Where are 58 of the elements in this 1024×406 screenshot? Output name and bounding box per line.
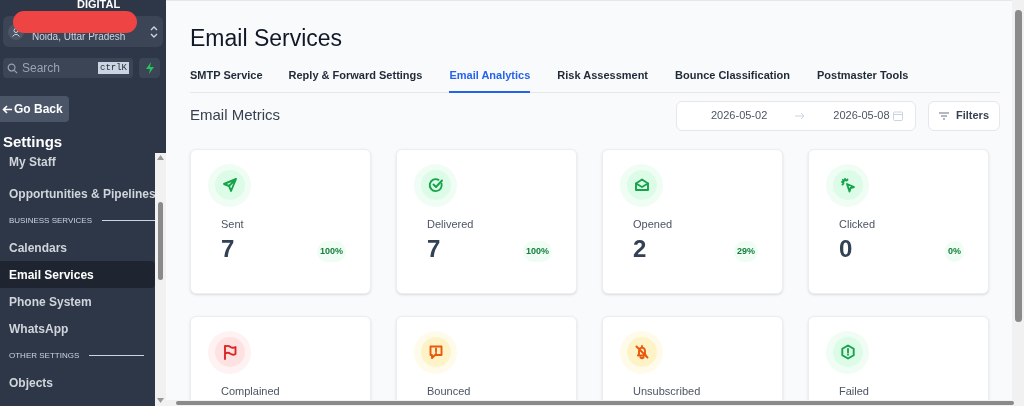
filter-icon bbox=[939, 111, 949, 120]
search-input[interactable]: Search bbox=[22, 59, 92, 77]
percent-badge: 0% bbox=[945, 240, 964, 262]
metric-label: Clicked bbox=[839, 217, 876, 230]
scrollbar-thumb[interactable] bbox=[158, 202, 163, 280]
section-title: Settings bbox=[3, 134, 64, 149]
arrow-left-icon bbox=[2, 104, 12, 114]
sidebar-item[interactable]: Objects bbox=[0, 369, 155, 396]
chevron-up-down-icon bbox=[150, 24, 158, 39]
metric-label: Complained bbox=[221, 384, 280, 397]
scrollbar-thumb[interactable] bbox=[1014, 10, 1022, 322]
scroll-up-icon[interactable] bbox=[157, 155, 164, 160]
metric-value: 7 bbox=[221, 236, 235, 261]
page-title: Email Services bbox=[190, 27, 344, 50]
search-field[interactable]: Search ctrlK bbox=[3, 58, 133, 78]
tab[interactable]: SMTP Service bbox=[190, 67, 263, 93]
metric-label: Sent bbox=[221, 217, 244, 230]
percent-badge: 100% bbox=[522, 240, 552, 262]
horizontal-scrollbar[interactable] bbox=[166, 400, 1024, 406]
sidebar-item[interactable]: Opportunities & Pipelines bbox=[0, 180, 155, 207]
scroll-down-icon[interactable] bbox=[157, 398, 164, 403]
vertical-scrollbar[interactable] bbox=[1012, 0, 1024, 400]
go-back-button[interactable]: Go Back bbox=[0, 96, 69, 122]
sidebar-item[interactable]: Phone System bbox=[0, 288, 155, 315]
tab[interactable]: Risk Assessment bbox=[557, 67, 649, 93]
metric-value: 2 bbox=[633, 236, 647, 261]
sidebar-item[interactable]: My Staff bbox=[0, 153, 155, 180]
sidebar-item[interactable]: WhatsApp bbox=[0, 315, 155, 342]
tab[interactable]: Reply & Forward Settings bbox=[288, 67, 423, 93]
metric-label: Opened bbox=[633, 217, 673, 230]
quick-action-button[interactable] bbox=[139, 58, 160, 78]
metric-value: 7 bbox=[427, 236, 441, 261]
start-date: 2026-05-02 bbox=[711, 108, 768, 124]
metric-label: Delivered bbox=[427, 217, 474, 230]
section-header: BUSINESS SERVICES bbox=[9, 214, 92, 227]
calendar-icon bbox=[893, 110, 903, 121]
filters-button[interactable]: Filters bbox=[928, 100, 1000, 131]
date-range-field[interactable]: 2026-05-02 2026-05-08 bbox=[676, 100, 916, 131]
metric-label: Unsubscribed bbox=[633, 384, 701, 397]
arrow-right-icon bbox=[795, 111, 806, 120]
sidebar-item[interactable]: Calendars bbox=[0, 234, 155, 261]
tab[interactable]: Bounce Classification bbox=[675, 67, 790, 93]
section-title: Email Metrics bbox=[190, 104, 280, 125]
metric-label: Bounced bbox=[427, 384, 471, 397]
end-date: 2026-05-08 bbox=[833, 108, 890, 124]
search-icon bbox=[7, 62, 18, 74]
percent-badge: 100% bbox=[316, 240, 346, 262]
tab[interactable]: Email Analytics bbox=[449, 67, 531, 93]
brand-name: DIGITAL bbox=[77, 0, 121, 10]
lightning-icon bbox=[144, 62, 155, 74]
shortcut-key: ctrlK bbox=[98, 62, 129, 74]
metric-label: Failed bbox=[839, 384, 869, 397]
vertical-scrollbar[interactable] bbox=[155, 153, 166, 406]
sidebar-item[interactable]: Email Services bbox=[0, 261, 155, 288]
metric-value: 0 bbox=[839, 236, 853, 261]
tab[interactable]: Postmaster Tools bbox=[816, 67, 909, 93]
percent-badge: 29% bbox=[734, 240, 758, 262]
section-header: OTHER SETTINGS bbox=[9, 349, 80, 362]
